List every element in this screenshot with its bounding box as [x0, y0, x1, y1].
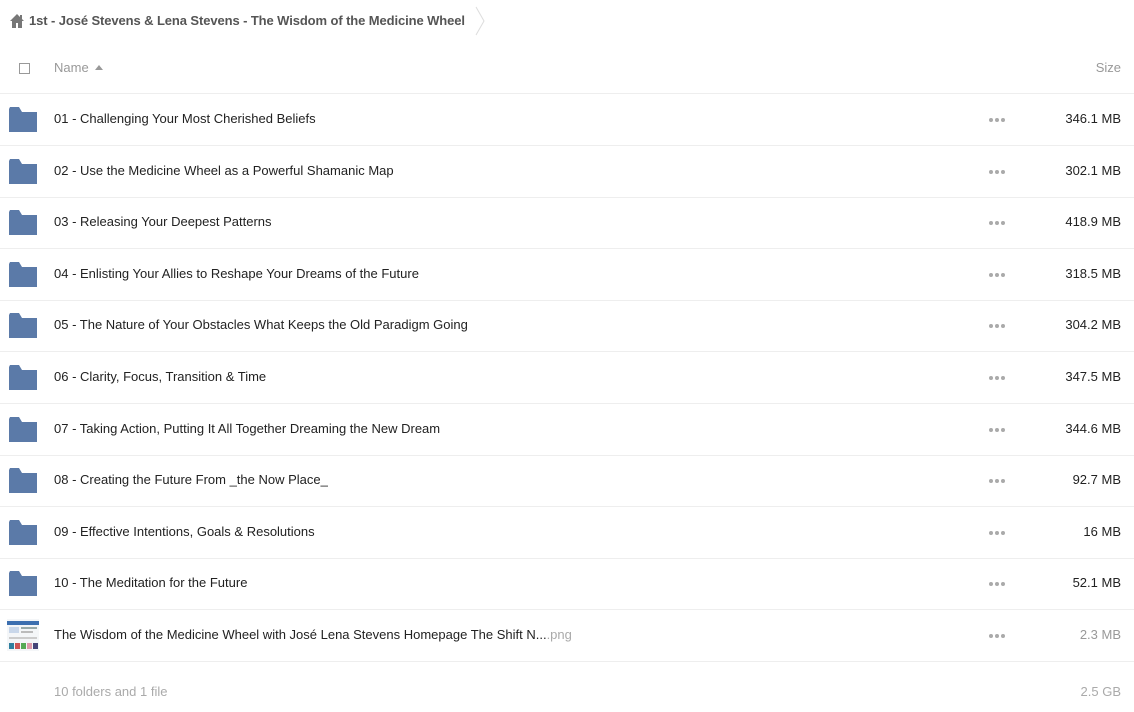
more-options-icon[interactable]: [988, 529, 1006, 537]
breadcrumb: 1st - José Stevens & Lena Stevens - The …: [0, 0, 1134, 44]
file-name[interactable]: 06 - Clarity, Focus, Transition & Time: [54, 369, 266, 384]
file-name[interactable]: 07 - Taking Action, Putting It All Toget…: [54, 421, 440, 436]
file-size: 2.3 MB: [1079, 627, 1121, 642]
more-options-icon[interactable]: [988, 477, 1006, 485]
more-options-icon[interactable]: [988, 426, 1006, 434]
folder-row[interactable]: 06 - Clarity, Focus, Transition & Time 34…: [0, 352, 1134, 404]
folder-icon: [9, 107, 37, 132]
select-all-checkbox[interactable]: [19, 63, 30, 74]
more-options-icon[interactable]: [988, 322, 1006, 330]
folder-icon: [9, 519, 37, 545]
file-name-text: 06 - Clarity, Focus, Transition & Time: [54, 369, 267, 384]
file-name[interactable]: 08 - Creating the Future From _the Now P…: [54, 472, 328, 487]
sort-by-name-header[interactable]: Name: [54, 60, 103, 75]
file-name[interactable]: 09 - Effective Intentions, Goals & Resol…: [54, 524, 315, 539]
file-list-summary: 10 folders and 1 file 2.5 GB: [0, 672, 1134, 712]
file-list-header: Name Size: [0, 44, 1134, 94]
more-options-icon[interactable]: [988, 168, 1006, 176]
file-size: 344.6 MB: [1065, 420, 1121, 436]
folder-icon: [9, 468, 37, 494]
folder-row[interactable]: 05 - The Nature of Your Obstacles What K…: [0, 300, 1134, 353]
file-name-text: 09 - Effective Intentions, Goals & Resol…: [54, 523, 315, 539]
file-name-text: 08 - Creating the Future From _the Now P…: [54, 472, 328, 488]
more-options-icon[interactable]: [988, 632, 1006, 640]
folder-icon: [9, 416, 37, 442]
summary-total-size: 2.5 GB: [1080, 684, 1121, 699]
sort-ascending-icon: [94, 65, 103, 70]
file-name-text: The Wisdom of the Medicine Wheel with Jo…: [54, 627, 547, 642]
folder-icon: [9, 261, 37, 287]
breadcrumb-current-folder[interactable]: 1st - José Stevens & Lena Stevens - The …: [29, 13, 465, 28]
image-thumbnail-icon: [7, 619, 39, 651]
file-size: 302.1 MB: [1065, 162, 1121, 178]
folder-icon: [9, 158, 37, 184]
more-options-icon[interactable]: [988, 580, 1006, 588]
more-options-icon[interactable]: [988, 219, 1006, 227]
file-name-text: 07 - Taking Action, Putting It All Toget…: [54, 420, 441, 436]
file-size: 304.2 MB: [1065, 317, 1121, 333]
name-column-label: Name: [54, 60, 89, 75]
file-name[interactable]: The Wisdom of the Medicine Wheel with Jo…: [54, 627, 572, 642]
file-name-text: 02 - Use the Medicine Wheel as a Powerfu…: [54, 162, 394, 178]
file-name-text: 05 - The Nature of Your Obstacles What K…: [54, 317, 468, 333]
folder-row[interactable]: 09 - Effective Intentions, Goals & Resol…: [0, 507, 1134, 559]
chevron-right-icon: [475, 6, 485, 36]
file-row[interactable]: The Wisdom of the Medicine Wheel with Jo…: [0, 610, 1134, 662]
folder-icon: [9, 210, 37, 236]
home-icon[interactable]: [9, 13, 25, 29]
file-size: 16 MB: [1083, 523, 1121, 539]
file-name[interactable]: 04 - Enlisting Your Allies to Reshape Yo…: [54, 266, 419, 281]
folder-row[interactable]: 03 - Releasing Your Deepest Patterns 418.…: [0, 197, 1134, 250]
folder-row[interactable]: 01 - Challenging Your Most Cherished Bel…: [0, 94, 1134, 146]
file-name[interactable]: 03 - Releasing Your Deepest Patterns: [54, 214, 272, 229]
file-size: 52.1 MB: [1072, 575, 1121, 591]
file-size: 318.5 MB: [1065, 265, 1121, 281]
file-name-text: 04 - Enlisting Your Allies to Reshape Yo…: [54, 265, 419, 281]
folder-row[interactable]: 08 - Creating the Future From _the Now P…: [0, 455, 1134, 508]
file-size: 347.5 MB: [1065, 369, 1121, 384]
folder-row[interactable]: 02 - Use the Medicine Wheel as a Powerfu…: [0, 146, 1134, 198]
file-name[interactable]: 10 - The Meditation for the Future: [54, 575, 247, 590]
file-name-text: 10 - The Meditation for the Future: [54, 575, 248, 591]
file-size: 92.7 MB: [1072, 472, 1121, 488]
file-extension: .png: [546, 627, 572, 642]
file-name[interactable]: 05 - The Nature of Your Obstacles What K…: [54, 317, 468, 332]
folder-icon: [9, 313, 37, 339]
file-name-text: 03 - Releasing Your Deepest Patterns: [54, 214, 272, 230]
folder-row[interactable]: 10 - The Meditation for the Future 52.1 M…: [0, 558, 1134, 611]
file-name[interactable]: 02 - Use the Medicine Wheel as a Powerfu…: [54, 163, 394, 178]
folder-row[interactable]: 04 - Enlisting Your Allies to Reshape Yo…: [0, 249, 1134, 301]
more-options-icon[interactable]: [988, 271, 1006, 279]
file-name-text: 01 - Challenging Your Most Cherished Bel…: [54, 111, 316, 126]
folder-icon: [9, 571, 37, 597]
more-options-icon[interactable]: [988, 116, 1006, 124]
summary-count: 10 folders and 1 file: [54, 684, 168, 699]
folder-row[interactable]: 07 - Taking Action, Putting It All Toget…: [0, 404, 1134, 456]
more-options-icon[interactable]: [988, 374, 1006, 382]
file-size: 418.9 MB: [1065, 214, 1121, 230]
file-size: 346.1 MB: [1065, 111, 1121, 126]
file-name[interactable]: 01 - Challenging Your Most Cherished Bel…: [54, 111, 316, 126]
size-column-header[interactable]: Size: [1096, 60, 1121, 75]
folder-icon: [9, 365, 37, 390]
